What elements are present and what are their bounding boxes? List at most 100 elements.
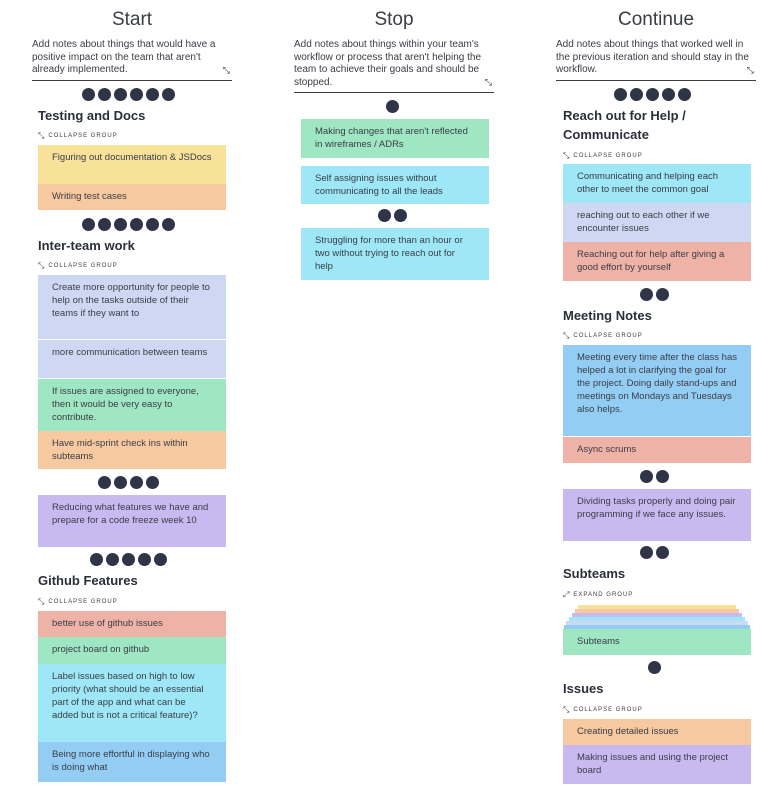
vote-dots <box>98 476 159 489</box>
vote-dot <box>130 218 143 231</box>
vote-dot <box>614 88 627 101</box>
vote-dots <box>378 209 407 222</box>
sticky-note[interactable]: Reaching out for help after giving a goo… <box>563 242 751 281</box>
group-title-testing-docs: Testing and Docs <box>38 108 146 123</box>
sticky-note[interactable]: better use of github issues <box>38 611 226 637</box>
collapse-label: COLLAPSE GROUP <box>573 153 643 159</box>
sticky-note[interactable]: Self assigning issues without communicat… <box>301 166 489 204</box>
vote-dot <box>394 209 407 222</box>
vote-dots <box>648 661 661 674</box>
vote-dots <box>640 470 669 483</box>
sticky-note[interactable]: Meeting every time after the class has h… <box>563 345 751 436</box>
description-text: Add notes about things that would have a… <box>32 39 216 75</box>
group-title-issues: Issues <box>563 681 604 696</box>
expand-icon: ⤢ <box>563 590 571 599</box>
vote-dot <box>98 476 111 489</box>
vote-dot <box>640 288 653 301</box>
group-title-subteams: Subteams <box>563 566 626 581</box>
collapse-icon: ⤡ <box>38 261 46 270</box>
sticky-note[interactable]: Figuring out documentation & JSDocs <box>38 145 226 184</box>
sticky-note[interactable]: Communicating and helping each other to … <box>563 164 751 203</box>
collapse-label: COLLAPSE GROUP <box>573 707 643 713</box>
sticky-note[interactable]: project board on github <box>38 637 226 664</box>
description-text: Add notes about things that worked well … <box>556 39 749 75</box>
collapse-group-button[interactable]: ⤡ COLLAPSE GROUP <box>563 151 643 161</box>
vote-dot <box>630 88 643 101</box>
collapse-label: COLLAPSE GROUP <box>48 599 118 605</box>
sticky-note[interactable]: Create more opportunity for people to he… <box>38 275 226 339</box>
vote-dots <box>82 218 175 231</box>
vote-dot <box>146 476 159 489</box>
vote-dot <box>662 88 675 101</box>
sticky-note[interactable]: Have mid-sprint check ins within subteam… <box>38 431 226 469</box>
vote-dot <box>138 553 151 566</box>
expand-label: EXPAND GROUP <box>573 592 634 598</box>
vote-dot <box>114 218 127 231</box>
vote-dots <box>82 88 175 101</box>
sticky-note[interactable]: reaching out to each other if we encount… <box>563 203 751 242</box>
column-description-continue: Add notes about things that worked well … <box>556 39 756 81</box>
column-description-start: Add notes about things that would have a… <box>32 39 232 81</box>
vote-dot <box>114 476 127 489</box>
vote-dots <box>386 100 399 113</box>
vote-dot <box>98 218 111 231</box>
vote-dot <box>656 546 669 559</box>
vote-dot <box>82 218 95 231</box>
collapse-icon: ⤡ <box>563 705 571 714</box>
shrink-icon[interactable]: ⤡ <box>223 64 230 77</box>
sticky-note[interactable]: Subteams <box>563 629 751 655</box>
collapse-group-button[interactable]: ⤡ COLLAPSE GROUP <box>38 597 118 607</box>
column-title-stop: Stop <box>374 9 414 30</box>
sticky-note[interactable]: Struggling for more than an hour or two … <box>301 228 489 280</box>
vote-dot <box>154 553 167 566</box>
group-title-reach-out: Reach out for Help / Communicate <box>563 108 686 142</box>
vote-dots <box>640 288 669 301</box>
vote-dot <box>90 553 103 566</box>
shrink-icon[interactable]: ⤡ <box>485 76 492 89</box>
vote-dot <box>98 88 111 101</box>
vote-dot <box>122 553 135 566</box>
sticky-note[interactable]: Reducing what features we have and prepa… <box>38 495 226 547</box>
collapse-icon: ⤡ <box>38 597 46 606</box>
sticky-note[interactable]: Making issues and using the project boar… <box>563 745 751 784</box>
sticky-note[interactable]: Creating detailed issues <box>563 719 751 745</box>
vote-dot <box>82 88 95 101</box>
collapse-icon: ⤡ <box>563 151 571 160</box>
sticky-note[interactable]: Making changes that aren't reflected in … <box>301 119 489 158</box>
vote-dot <box>162 218 175 231</box>
sticky-note[interactable]: Label issues based on high to low priori… <box>38 664 226 742</box>
sticky-note[interactable]: If issues are assigned to everyone, then… <box>38 379 226 431</box>
collapse-group-button[interactable]: ⤡ COLLAPSE GROUP <box>563 705 643 715</box>
collapse-icon: ⤡ <box>38 131 46 140</box>
sticky-note[interactable]: Dividing tasks properly and doing pair p… <box>563 489 751 541</box>
collapse-group-button[interactable]: ⤡ COLLAPSE GROUP <box>38 131 118 141</box>
group-title-github: Github Features <box>38 573 138 588</box>
sticky-note[interactable]: Being more effortful in displaying who i… <box>38 742 226 782</box>
collapse-group-button[interactable]: ⤡ COLLAPSE GROUP <box>563 331 643 341</box>
collapse-label: COLLAPSE GROUP <box>573 333 643 339</box>
sticky-note[interactable]: Writing test cases <box>38 184 226 210</box>
group-title-meeting-notes: Meeting Notes <box>563 308 652 323</box>
collapse-label: COLLAPSE GROUP <box>48 263 118 269</box>
vote-dot <box>130 88 143 101</box>
column-title-start: Start <box>111 9 153 30</box>
vote-dots <box>90 553 167 566</box>
expand-group-button[interactable]: ⤢ EXPAND GROUP <box>563 590 633 600</box>
sticky-note[interactable]: Async scrums <box>563 437 751 463</box>
vote-dot <box>130 476 143 489</box>
vote-dot <box>106 553 119 566</box>
vote-dot <box>114 88 127 101</box>
vote-dot <box>162 88 175 101</box>
vote-dot <box>656 470 669 483</box>
vote-dot <box>640 470 653 483</box>
sticky-note[interactable]: more communication between teams <box>38 340 226 378</box>
vote-dot <box>386 100 399 113</box>
group-title-inter-team: Inter-team work <box>38 238 135 253</box>
vote-dot <box>656 288 669 301</box>
shrink-icon[interactable]: ⤡ <box>747 64 754 77</box>
vote-dot <box>378 209 391 222</box>
column-description-stop: Add notes about things within your team'… <box>294 39 494 93</box>
collapse-group-button[interactable]: ⤡ COLLAPSE GROUP <box>38 261 118 271</box>
vote-dot <box>146 88 159 101</box>
vote-dot <box>146 218 159 231</box>
